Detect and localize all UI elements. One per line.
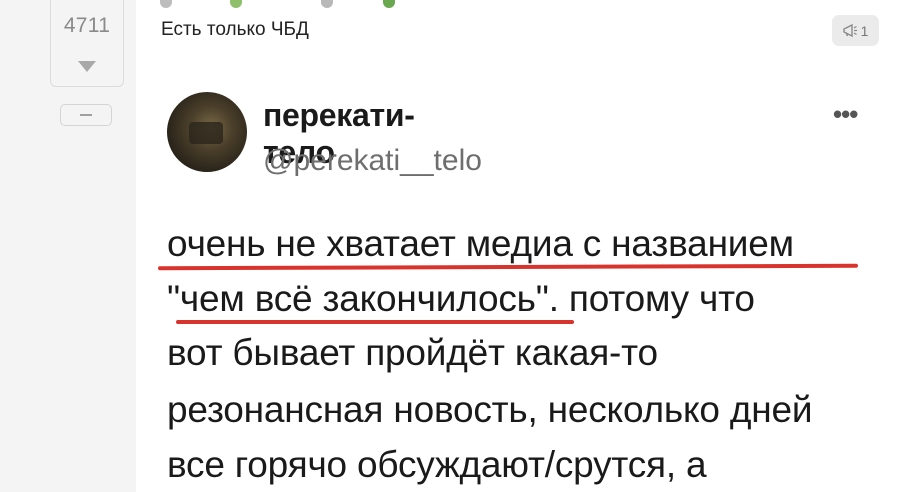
comment-gutter: 4711 <box>0 0 136 492</box>
vote-count: 4711 <box>63 14 111 37</box>
collapse-thread-button[interactable] <box>60 104 112 126</box>
comment-header-fragment <box>160 0 403 13</box>
comment-body: Есть только ЧБД 1 перекати-тело @perekat… <box>136 0 910 492</box>
tweet-text-line: "чем всё закончилось". потому что <box>167 278 755 319</box>
tweet-text-line: вот бывает пройдёт какая-то <box>167 332 658 373</box>
tweet-text-line: все горячо обсуждают/срутся, а <box>167 444 707 485</box>
vote-box: 4711 <box>50 0 124 87</box>
comment-text: Есть только ЧБД <box>161 19 309 40</box>
arrow-down-icon[interactable] <box>78 61 96 72</box>
avatar <box>167 92 247 172</box>
award-icon <box>383 0 396 8</box>
red-underline <box>176 320 574 324</box>
user-avatar-icon <box>160 0 172 8</box>
award-icon <box>230 0 243 8</box>
award-icon <box>320 0 333 8</box>
more-icon: ••• <box>833 99 858 129</box>
tweet-handle: @perekati__telo <box>263 144 482 177</box>
share-badge-button[interactable]: 1 <box>832 15 879 46</box>
tweet-text-line: резонансная новость, несколько дней <box>167 389 813 430</box>
badge-count: 1 <box>860 22 869 39</box>
tweet-text-line: очень не хватает медиа с названием <box>167 223 794 264</box>
megaphone-icon <box>842 24 857 37</box>
